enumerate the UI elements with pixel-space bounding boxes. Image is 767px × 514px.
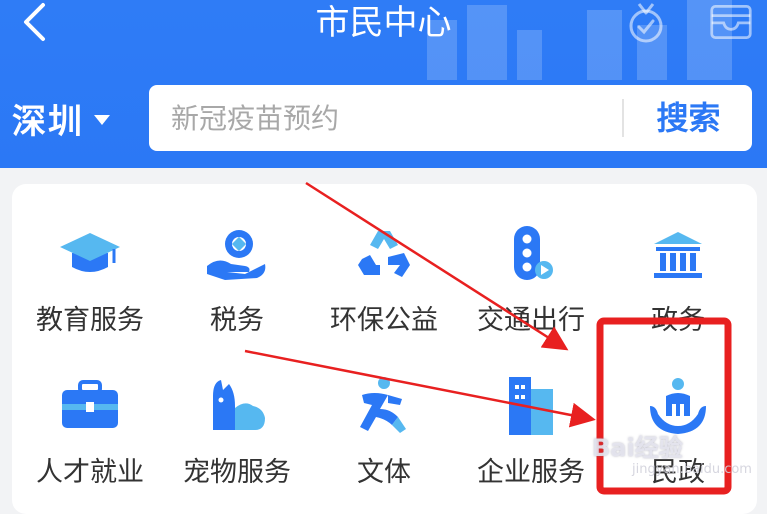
pet-icon: [202, 374, 272, 438]
service-government[interactable]: 政务: [605, 222, 751, 342]
search-bar: 搜索: [149, 85, 752, 151]
caret-down-icon: [94, 115, 110, 125]
service-tax[interactable]: 税务: [164, 222, 310, 342]
service-pets[interactable]: 宠物服务: [164, 374, 310, 494]
service-civil-affairs[interactable]: 民政: [605, 374, 751, 494]
service-label: 企业服务: [477, 457, 585, 488]
recycle-icon: [349, 222, 419, 286]
service-education[interactable]: 教育服务: [17, 222, 163, 342]
service-label: 政务: [651, 305, 705, 336]
service-label: 民政: [651, 457, 705, 488]
back-button[interactable]: [12, 0, 56, 44]
service-label: 交通出行: [477, 305, 585, 336]
service-employment[interactable]: 人才就业: [17, 374, 163, 494]
search-input[interactable]: [171, 85, 611, 151]
briefcase-icon: [55, 374, 125, 438]
government-building-icon: [643, 222, 713, 286]
service-label: 文体: [357, 457, 411, 488]
traffic-light-icon: [496, 222, 566, 286]
graduation-cap-icon: [55, 222, 125, 286]
service-label: 教育服务: [36, 305, 144, 336]
service-enterprise[interactable]: 企业服务: [458, 374, 604, 494]
civil-affairs-icon: [643, 374, 713, 438]
service-label: 宠物服务: [183, 457, 291, 488]
inbox-icon: [710, 5, 752, 39]
service-transport[interactable]: 交通出行: [458, 222, 604, 342]
search-divider: [622, 99, 624, 137]
app-header: 市民中心 深圳 搜索: [0, 0, 767, 168]
medal-button[interactable]: [624, 2, 668, 43]
search-button[interactable]: 搜索: [625, 85, 752, 151]
chevron-left-icon: [24, 3, 45, 41]
service-culture-sports[interactable]: 文体: [311, 374, 457, 494]
city-name: 深圳: [12, 101, 84, 142]
service-label: 环保公益: [330, 305, 438, 336]
service-label: 人才就业: [36, 457, 144, 488]
tax-hand-icon: [202, 222, 272, 286]
service-environment[interactable]: 环保公益: [311, 222, 457, 342]
medal-icon: [629, 3, 663, 43]
office-building-icon: [496, 374, 566, 438]
city-selector[interactable]: 深圳: [12, 92, 110, 144]
inbox-button[interactable]: [709, 2, 753, 42]
service-label: 税务: [210, 305, 264, 336]
runner-icon: [349, 374, 419, 438]
services-card: 教育服务 税务 环保公益 交通出行 政务 人才就业 宠物服务 文体 企业服务 民…: [12, 184, 757, 514]
